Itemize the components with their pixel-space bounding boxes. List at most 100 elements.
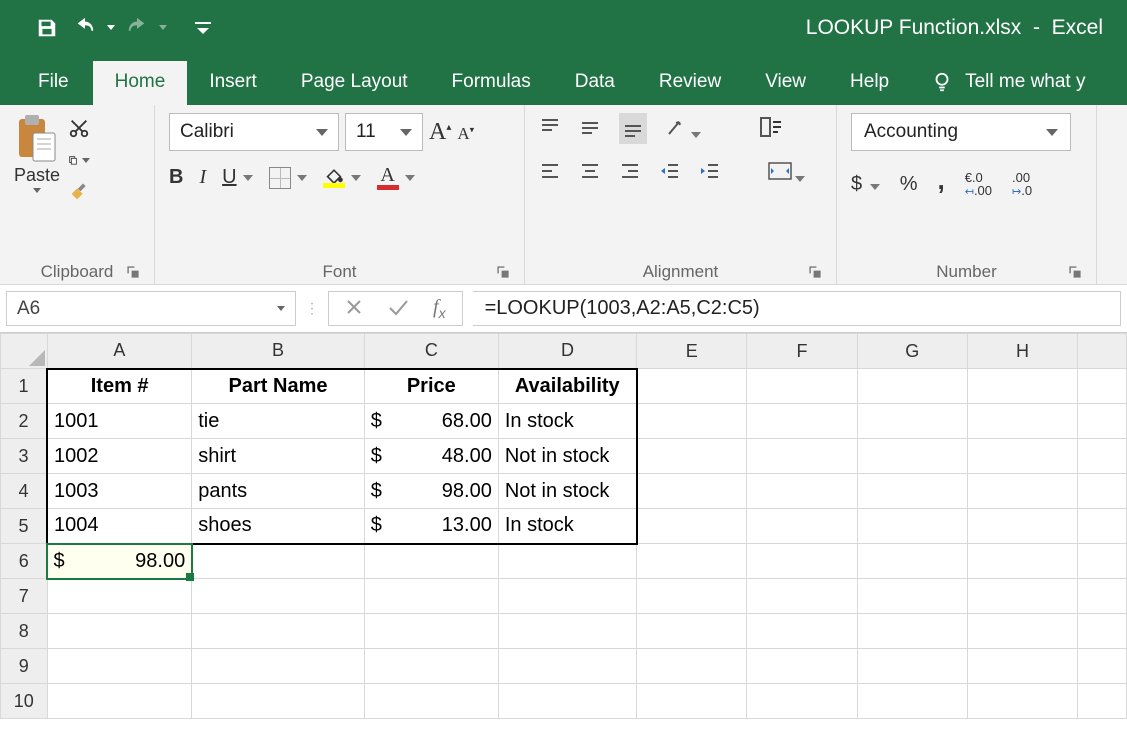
tab-home[interactable]: Home — [93, 61, 188, 105]
customize-qat-button[interactable] — [186, 11, 220, 45]
grow-font-button[interactable]: A▴ — [429, 119, 451, 146]
row-header-2[interactable]: 2 — [1, 404, 48, 439]
grid[interactable]: A B C D E F G H 1 Item # Part Name Price… — [0, 333, 1127, 719]
cell-F1[interactable] — [747, 369, 857, 404]
tell-me[interactable]: Tell me what y — [911, 61, 1085, 105]
row-header-6[interactable]: 6 — [1, 544, 48, 579]
cell-B1[interactable]: Part Name — [192, 369, 365, 404]
formula-input[interactable]: =LOOKUP(1003,A2:A5,C2:C5) — [473, 291, 1121, 326]
cell-A1[interactable]: Item # — [47, 369, 192, 404]
align-right-button[interactable] — [619, 160, 641, 185]
shrink-font-button[interactable]: A▾ — [457, 122, 474, 142]
col-header-C[interactable]: C — [364, 334, 498, 369]
undo-dropdown[interactable] — [106, 25, 116, 30]
row-header-4[interactable]: 4 — [1, 474, 48, 509]
copy-button[interactable] — [68, 149, 90, 171]
col-header-I[interactable] — [1078, 334, 1127, 369]
undo-button[interactable] — [68, 11, 102, 45]
alignment-dialog-launcher[interactable] — [808, 264, 822, 278]
col-header-F[interactable]: F — [747, 334, 857, 369]
merge-center-button[interactable] — [767, 160, 805, 185]
name-box[interactable]: A6 — [6, 291, 296, 326]
cell-B6[interactable] — [192, 544, 365, 579]
format-painter-button[interactable] — [68, 181, 90, 203]
cell-D2[interactable]: In stock — [498, 404, 636, 439]
row-header-3[interactable]: 3 — [1, 439, 48, 474]
cell-C2[interactable]: $68.00 — [364, 404, 498, 439]
tab-insert[interactable]: Insert — [187, 61, 279, 105]
redo-button[interactable] — [120, 11, 154, 45]
orientation-button[interactable] — [665, 116, 701, 141]
decrease-indent-button[interactable] — [659, 160, 681, 185]
cell-C5[interactable]: $13.00 — [364, 509, 498, 544]
borders-button[interactable] — [269, 167, 307, 189]
underline-button[interactable]: U — [222, 166, 252, 189]
clipboard-dialog-launcher[interactable] — [126, 264, 140, 278]
cell-G1[interactable] — [857, 369, 967, 404]
font-dialog-launcher[interactable] — [496, 264, 510, 278]
tab-help[interactable]: Help — [828, 61, 911, 105]
row-header-1[interactable]: 1 — [1, 369, 48, 404]
col-header-E[interactable]: E — [637, 334, 747, 369]
number-format-select[interactable]: Accounting — [851, 113, 1071, 151]
cell-B3[interactable]: shirt — [192, 439, 365, 474]
cut-button[interactable] — [68, 117, 90, 139]
align-center-button[interactable] — [579, 160, 601, 185]
align-left-button[interactable] — [539, 160, 561, 185]
col-header-G[interactable]: G — [857, 334, 967, 369]
cell-A2[interactable]: 1001 — [47, 404, 192, 439]
cell-D3[interactable]: Not in stock — [498, 439, 636, 474]
align-bottom-button[interactable] — [619, 113, 647, 144]
bold-button[interactable]: B — [169, 166, 183, 189]
worksheet[interactable]: A B C D E F G H 1 Item # Part Name Price… — [0, 333, 1127, 719]
cell-H1[interactable] — [967, 369, 1077, 404]
col-header-A[interactable]: A — [47, 334, 192, 369]
font-color-button[interactable]: A — [377, 165, 415, 190]
cancel-formula-button[interactable] — [345, 298, 363, 319]
cell-D4[interactable]: Not in stock — [498, 474, 636, 509]
tab-file[interactable]: File — [30, 61, 93, 105]
percent-format-button[interactable]: % — [900, 173, 918, 196]
font-name-select[interactable]: Calibri — [169, 113, 339, 151]
row-header-7[interactable]: 7 — [1, 579, 48, 614]
tab-review[interactable]: Review — [637, 61, 743, 105]
cell-B2[interactable]: tie — [192, 404, 365, 439]
tab-pagelayout[interactable]: Page Layout — [279, 61, 430, 105]
cell-D1[interactable]: Availability — [498, 369, 636, 404]
italic-button[interactable]: I — [199, 166, 206, 189]
cell-B4[interactable]: pants — [192, 474, 365, 509]
col-header-B[interactable]: B — [192, 334, 365, 369]
cell-C6[interactable] — [364, 544, 498, 579]
cell-A3[interactable]: 1002 — [47, 439, 192, 474]
save-button[interactable] — [30, 11, 64, 45]
col-header-D[interactable]: D — [498, 334, 636, 369]
col-header-H[interactable]: H — [967, 334, 1077, 369]
redo-dropdown[interactable] — [158, 25, 168, 30]
row-header-5[interactable]: 5 — [1, 509, 48, 544]
row-header-9[interactable]: 9 — [1, 649, 48, 684]
cell-C4[interactable]: $98.00 — [364, 474, 498, 509]
enter-formula-button[interactable] — [387, 298, 409, 319]
font-size-select[interactable]: 11 — [345, 113, 423, 151]
number-dialog-launcher[interactable] — [1068, 264, 1082, 278]
cell-D6[interactable] — [498, 544, 636, 579]
cell-A4[interactable]: 1003 — [47, 474, 192, 509]
fill-color-button[interactable] — [323, 167, 361, 188]
align-top-button[interactable] — [539, 116, 561, 141]
cell-B5[interactable]: shoes — [192, 509, 365, 544]
align-middle-button[interactable] — [579, 116, 601, 141]
tab-data[interactable]: Data — [553, 61, 637, 105]
row-header-10[interactable]: 10 — [1, 684, 48, 719]
insert-function-button[interactable]: fx — [433, 296, 446, 321]
increase-indent-button[interactable] — [699, 160, 721, 185]
increase-decimal-button[interactable]: €.0↤.00 — [965, 171, 992, 198]
comma-format-button[interactable]: , — [937, 169, 944, 200]
paste-button[interactable]: Paste — [14, 113, 60, 256]
wrap-text-button[interactable] — [759, 116, 785, 141]
cell-D5[interactable]: In stock — [498, 509, 636, 544]
cell-C1[interactable]: Price — [364, 369, 498, 404]
decrease-decimal-button[interactable]: .00↦.0 — [1012, 171, 1032, 198]
cell-A6[interactable]: $98.00 — [47, 544, 192, 579]
tab-view[interactable]: View — [743, 61, 828, 105]
accounting-format-button[interactable]: $ — [851, 173, 880, 196]
